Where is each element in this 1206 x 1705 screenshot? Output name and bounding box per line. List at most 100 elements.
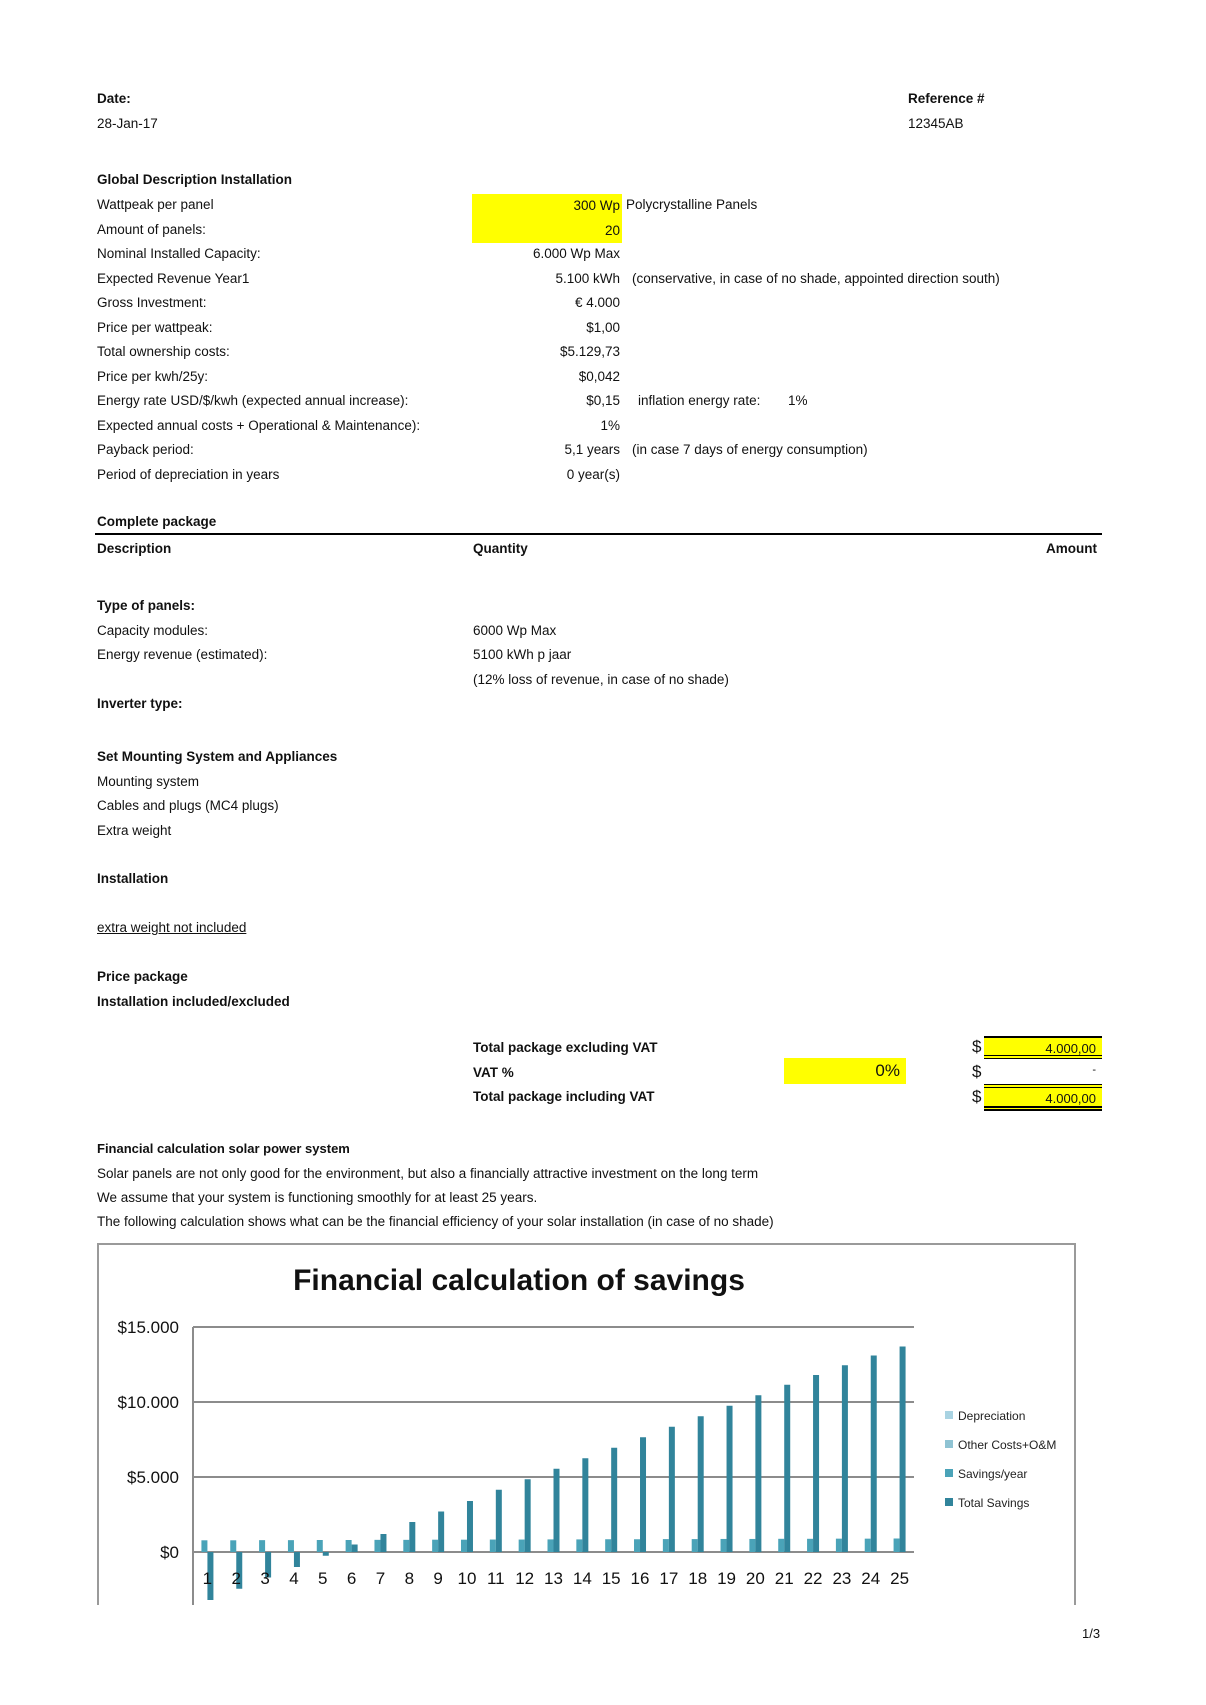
x-tick-label: 16 bbox=[631, 1569, 650, 1588]
x-tick-label: 13 bbox=[544, 1569, 563, 1588]
date-value: 28-Jan-17 bbox=[97, 116, 158, 131]
global-row-value: 5,1 years bbox=[564, 442, 620, 457]
bar-savings-year bbox=[230, 1540, 237, 1552]
global-row-value: $5.129,73 bbox=[559, 344, 620, 359]
legend-swatch bbox=[945, 1498, 953, 1506]
bar-savings-year bbox=[403, 1539, 410, 1552]
bar-savings-year bbox=[864, 1538, 871, 1552]
y-tick-label: $0 bbox=[160, 1543, 179, 1562]
financial-line: We assume that your system is functionin… bbox=[97, 1190, 538, 1205]
financial-title: Financial calculation solar power system bbox=[97, 1141, 350, 1156]
bar-total-savings bbox=[380, 1534, 387, 1552]
bar-total-savings bbox=[755, 1395, 762, 1552]
package-title: Complete package bbox=[97, 514, 217, 529]
bar-total-savings bbox=[553, 1468, 560, 1552]
global-row-value: $0,15 bbox=[586, 393, 620, 408]
bar-savings-year bbox=[691, 1539, 698, 1552]
bar-savings-year bbox=[259, 1540, 266, 1552]
global-row-value[interactable]: 300 Wp bbox=[472, 194, 622, 219]
reference-value: 12345AB bbox=[908, 116, 964, 131]
global-row-label: Wattpeak per panel bbox=[97, 197, 214, 212]
savings-chart-svg: Financial calculation of savings 1234567… bbox=[118, 1264, 1056, 1605]
bar-total-savings bbox=[495, 1489, 502, 1552]
global-row-note: Polycrystalline Panels bbox=[626, 197, 758, 212]
x-tick-label: 3 bbox=[260, 1569, 269, 1588]
col-quantity: Quantity bbox=[473, 541, 528, 556]
x-tick-label: 5 bbox=[318, 1569, 327, 1588]
mounting-item: Cables and plugs (MC4 plugs) bbox=[97, 798, 279, 813]
global-row-value: € 4.000 bbox=[574, 295, 620, 310]
energy-value: 5100 kWh p jaar bbox=[473, 647, 572, 662]
global-row-value[interactable]: 20 bbox=[472, 218, 622, 243]
bar-total-savings bbox=[813, 1375, 820, 1552]
global-row-label: Gross Investment: bbox=[97, 295, 207, 310]
energy-note: (12% loss of revenue, in case of no shad… bbox=[473, 672, 729, 687]
price-package-title: Price package bbox=[97, 969, 188, 984]
bar-total-savings bbox=[524, 1479, 531, 1552]
bar-total-savings bbox=[293, 1552, 300, 1567]
x-tick-label: 24 bbox=[861, 1569, 880, 1588]
global-row-label: Price per kwh/25y: bbox=[97, 368, 209, 384]
bar-total-savings bbox=[726, 1405, 733, 1552]
bar-savings-year bbox=[432, 1539, 439, 1552]
col-amount: Amount bbox=[1046, 541, 1097, 556]
x-tick-label: 8 bbox=[405, 1569, 414, 1588]
y-tick-label: $10.000 bbox=[118, 1393, 179, 1412]
bar-savings-year bbox=[605, 1539, 612, 1552]
x-tick-label: 25 bbox=[890, 1569, 909, 1588]
total-incl-value: 4.000,00 bbox=[984, 1084, 1102, 1111]
bar-total-savings bbox=[351, 1544, 358, 1552]
installation-included: Installation included/excluded bbox=[97, 994, 290, 1009]
inverter-type: Inverter type: bbox=[97, 696, 183, 711]
bar-savings-year bbox=[374, 1539, 381, 1552]
x-tick-label: 20 bbox=[746, 1569, 765, 1588]
global-row-value: $1,00 bbox=[586, 319, 620, 335]
global-row-label: Total ownership costs: bbox=[97, 344, 230, 359]
bar-savings-year bbox=[287, 1540, 294, 1552]
bar-savings-year bbox=[807, 1538, 814, 1552]
global-row-value: 1% bbox=[600, 417, 620, 433]
bar-savings-year bbox=[634, 1539, 641, 1552]
global-row-note: (conservative, in case of no shade, appo… bbox=[632, 270, 1000, 286]
bar-savings-year bbox=[316, 1540, 323, 1552]
capacity-label: Capacity modules: bbox=[97, 623, 209, 638]
vat-percent-input[interactable]: 0% bbox=[784, 1058, 906, 1084]
global-row-value: 5.100 kWh bbox=[555, 270, 620, 286]
package-divider bbox=[95, 533, 1102, 535]
global-row-note: (in case 7 days of energy consumption) bbox=[632, 442, 868, 457]
x-tick-label: 11 bbox=[487, 1569, 505, 1588]
global-row-label: Expected Revenue Year1 bbox=[97, 270, 250, 286]
bar-savings-year bbox=[460, 1539, 467, 1552]
x-tick-label: 10 bbox=[458, 1569, 477, 1588]
x-tick-label: 19 bbox=[717, 1569, 736, 1588]
x-tick-label: 21 bbox=[775, 1569, 794, 1588]
total-excl-value: 4.000,00 bbox=[984, 1036, 1102, 1059]
legend-label: Savings/year bbox=[958, 1467, 1027, 1481]
total-excl-label: Total package excluding VAT bbox=[473, 1040, 658, 1055]
bar-savings-year bbox=[835, 1538, 842, 1552]
total-incl-label: Total package including VAT bbox=[473, 1089, 655, 1104]
bar-total-savings bbox=[899, 1346, 906, 1552]
x-tick-label: 2 bbox=[232, 1569, 241, 1588]
x-tick-label: 1 bbox=[203, 1569, 212, 1588]
vat-label: VAT % bbox=[473, 1065, 514, 1080]
bar-savings-year bbox=[749, 1538, 756, 1552]
global-row-value: $0,042 bbox=[578, 368, 620, 384]
global-row-label: Expected annual costs + Operational & Ma… bbox=[97, 417, 421, 433]
reference-label: Reference # bbox=[908, 91, 985, 106]
currency-symbol: $ bbox=[972, 1062, 982, 1081]
inflation-rate-value: 1% bbox=[788, 393, 808, 408]
bar-total-savings bbox=[438, 1511, 445, 1552]
bar-savings-year bbox=[489, 1539, 496, 1552]
financial-line: The following calculation shows what can… bbox=[97, 1214, 774, 1229]
bar-total-savings bbox=[611, 1447, 618, 1552]
y-tick-label: $15.000 bbox=[118, 1318, 179, 1337]
legend-label: Depreciation bbox=[958, 1409, 1025, 1423]
x-tick-label: 9 bbox=[433, 1569, 442, 1588]
date-label: Date: bbox=[97, 91, 131, 106]
global-row-label: Amount of panels: bbox=[97, 221, 206, 237]
bar-total-savings bbox=[784, 1384, 791, 1552]
global-row-label: Energy rate USD/$/kwh (expected annual i… bbox=[97, 393, 409, 408]
col-description: Description bbox=[97, 541, 172, 556]
energy-label: Energy revenue (estimated): bbox=[97, 647, 268, 662]
